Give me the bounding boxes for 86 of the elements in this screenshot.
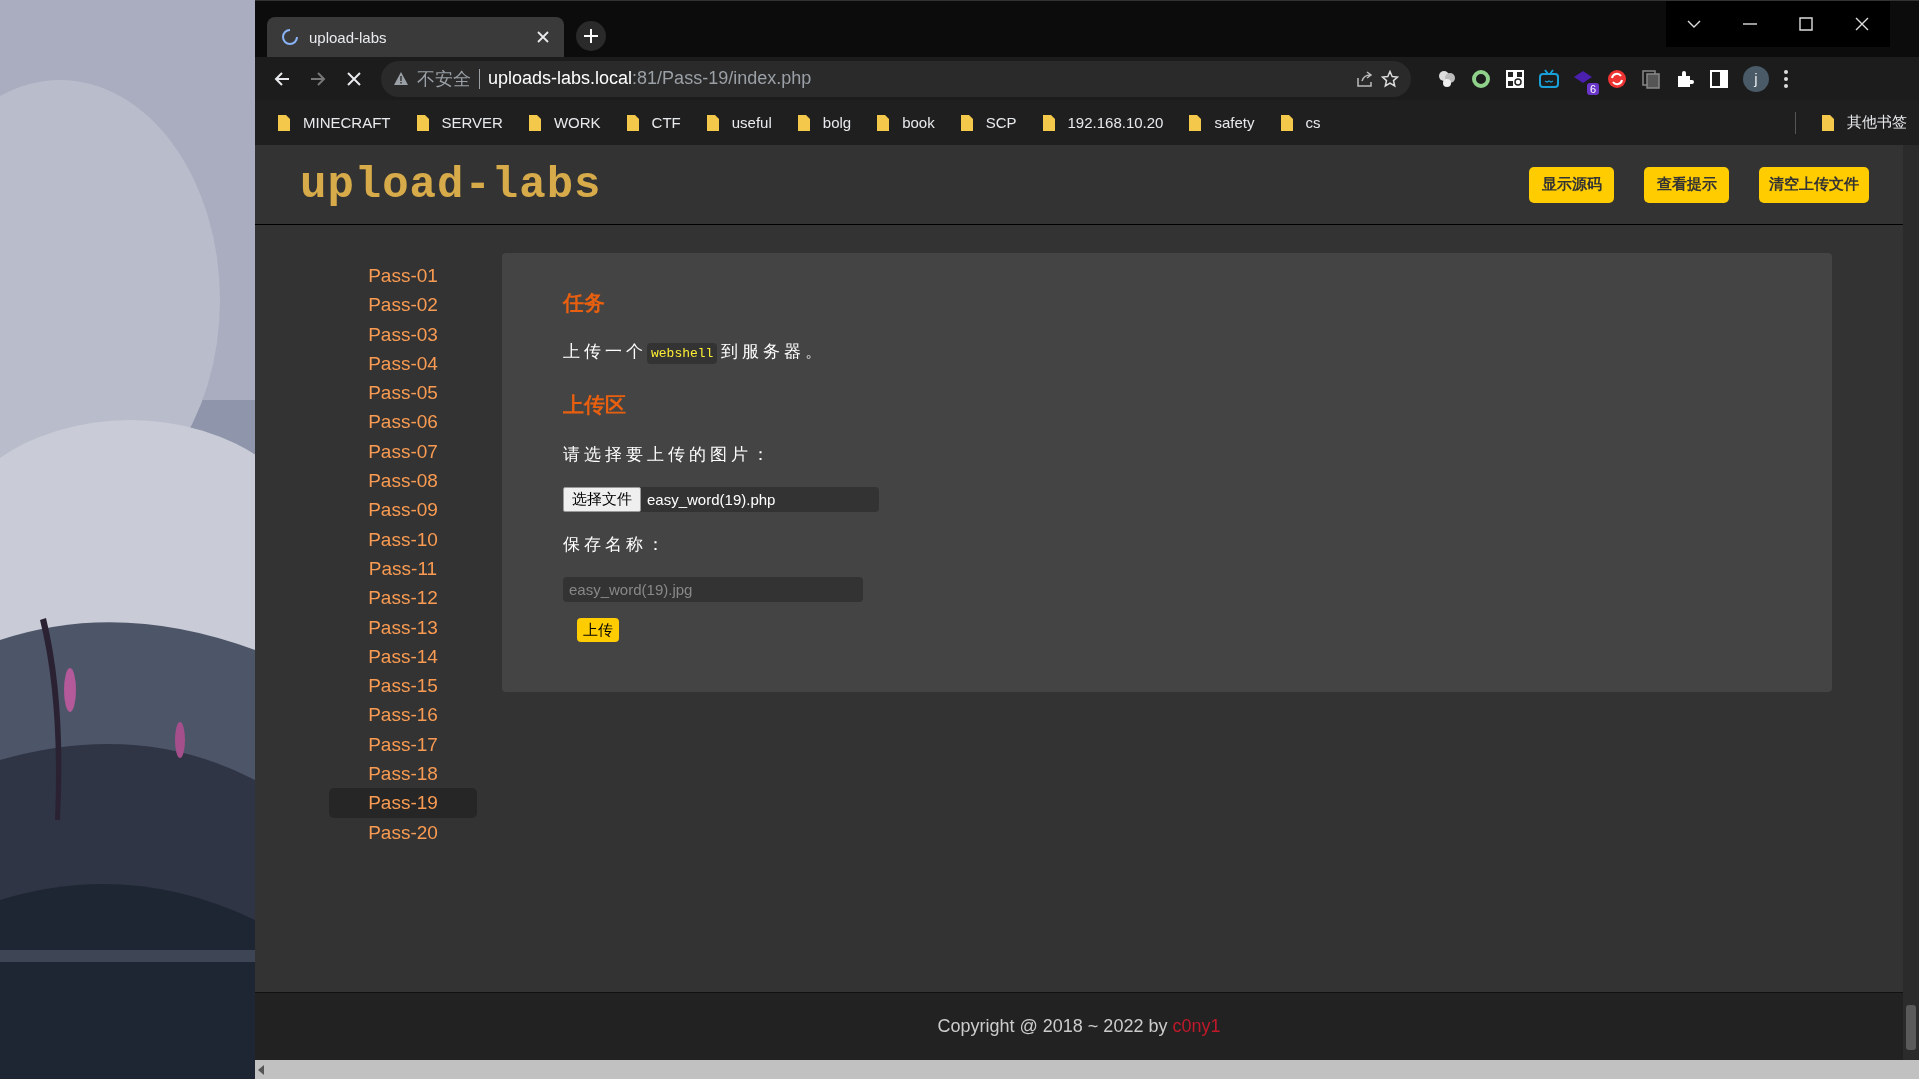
- tv-icon[interactable]: [1539, 68, 1559, 89]
- address-bar[interactable]: 不安全 uploads-labs.local:81/Pass-19/index.php: [381, 60, 1411, 97]
- share-icon[interactable]: [1355, 69, 1373, 88]
- level-link[interactable]: Pass-12: [329, 583, 477, 613]
- header-button[interactable]: 查看提示: [1644, 166, 1729, 203]
- level-link[interactable]: Pass-18: [329, 759, 477, 789]
- level-link[interactable]: Pass-10: [329, 524, 477, 554]
- bookmark[interactable]: MINECRAFT: [277, 113, 391, 132]
- bookmark[interactable]: bolg: [796, 113, 852, 132]
- section-heading: 上传区: [563, 392, 627, 418]
- folder-icon: [1188, 113, 1203, 132]
- folder-icon: [1821, 113, 1835, 132]
- bookmark[interactable]: CTF: [625, 113, 681, 132]
- section-heading: 任务: [563, 290, 606, 316]
- bookmark[interactable]: 192.168.10.20: [1041, 113, 1164, 132]
- file-name: easy_word(19).php: [647, 491, 776, 508]
- save-name-field[interactable]: easy_word(19).jpg: [563, 577, 863, 602]
- level-link[interactable]: Pass-11: [329, 553, 477, 584]
- header-button[interactable]: 显示源码: [1529, 166, 1614, 203]
- new-tab-button[interactable]: [576, 21, 606, 51]
- forward-icon[interactable]: [309, 69, 327, 88]
- bookmark[interactable]: book: [876, 113, 935, 132]
- level-link[interactable]: Pass-19: [329, 788, 477, 818]
- field-label: 保存名称：: [563, 534, 669, 556]
- logo: upload-labs: [300, 159, 602, 210]
- level-link[interactable]: Pass-17: [329, 729, 477, 760]
- level-link[interactable]: Pass-13: [329, 612, 477, 642]
- copyright-text: Copyright @ 2018 ~ 2022 by c0ny1: [937, 1016, 1221, 1037]
- folder-icon: [625, 113, 640, 132]
- folder-icon: [527, 113, 542, 132]
- url-text: uploads-labs.local:81/Pass-19/index.php: [488, 68, 812, 89]
- warning-icon: [393, 71, 409, 86]
- other-bookmarks[interactable]: 其他书签: [1821, 113, 1907, 132]
- level-link[interactable]: Pass-09: [329, 495, 477, 525]
- folder-icon: [796, 113, 811, 132]
- side-panel-icon[interactable]: [1709, 68, 1729, 89]
- task-sentence: 上传一个 webshell 到服务器。: [563, 338, 1771, 368]
- security-label: 不安全: [417, 67, 471, 91]
- level-link[interactable]: Pass-08: [329, 466, 477, 496]
- copy-icon[interactable]: [1641, 68, 1661, 89]
- close-icon[interactable]: [536, 30, 550, 44]
- level-link[interactable]: Pass-05: [329, 378, 477, 408]
- ring-icon[interactable]: [1471, 68, 1491, 89]
- menu-icon[interactable]: [1783, 68, 1789, 89]
- level-link[interactable]: Pass-16: [329, 700, 477, 730]
- upload-button[interactable]: 上传: [577, 618, 619, 642]
- bookmark[interactable]: useful: [705, 113, 772, 132]
- level-link[interactable]: Pass-02: [329, 290, 477, 320]
- bookmark[interactable]: WORK: [527, 113, 601, 132]
- choose-file-button[interactable]: 选择文件: [563, 487, 641, 512]
- folder-icon: [277, 113, 291, 132]
- level-link[interactable]: Pass-20: [329, 817, 477, 847]
- folder-icon: [959, 113, 974, 132]
- bookmark[interactable]: cs: [1279, 113, 1321, 132]
- folder-icon: [415, 113, 430, 132]
- level-link[interactable]: Pass-15: [329, 671, 477, 701]
- star-icon[interactable]: [1381, 69, 1399, 88]
- header-button[interactable]: 清空上传文件: [1759, 166, 1869, 203]
- level-link[interactable]: Pass-03: [329, 319, 477, 349]
- profile-avatar[interactable]: j: [1743, 65, 1769, 92]
- extension-badge: 6: [1586, 82, 1599, 95]
- field-label: 请选择要上传的图片：: [563, 444, 774, 466]
- circles-icon[interactable]: [1437, 68, 1457, 89]
- puzzle-icon[interactable]: [1675, 68, 1695, 89]
- scrollbar[interactable]: [1903, 145, 1919, 1060]
- sync-icon[interactable]: [1607, 68, 1627, 89]
- level-link[interactable]: Pass-06: [329, 407, 477, 437]
- level-link[interactable]: Pass-04: [329, 348, 477, 379]
- folder-icon: [1041, 113, 1056, 132]
- bookmark[interactable]: safety: [1188, 113, 1255, 132]
- level-link[interactable]: Pass-14: [329, 641, 477, 672]
- plus-icon: [583, 28, 599, 44]
- folder-icon: [1279, 113, 1294, 132]
- level-link[interactable]: Pass-01: [329, 261, 477, 291]
- stop-icon[interactable]: [345, 69, 363, 88]
- back-icon[interactable]: [273, 69, 291, 88]
- file-input-field[interactable]: 选择文件 easy_word(19).php: [563, 487, 879, 512]
- folder-icon: [705, 113, 720, 132]
- browser-tab[interactable]: upload-labs: [267, 17, 564, 57]
- bookmark[interactable]: SCP: [959, 113, 1017, 132]
- folder-icon: [876, 113, 891, 132]
- qr-code-icon[interactable]: [1505, 68, 1525, 89]
- tab-title: upload-labs: [309, 28, 388, 46]
- level-link[interactable]: Pass-07: [329, 436, 477, 467]
- bookmark[interactable]: SERVER: [415, 113, 503, 132]
- scrollbar[interactable]: [255, 1060, 1919, 1079]
